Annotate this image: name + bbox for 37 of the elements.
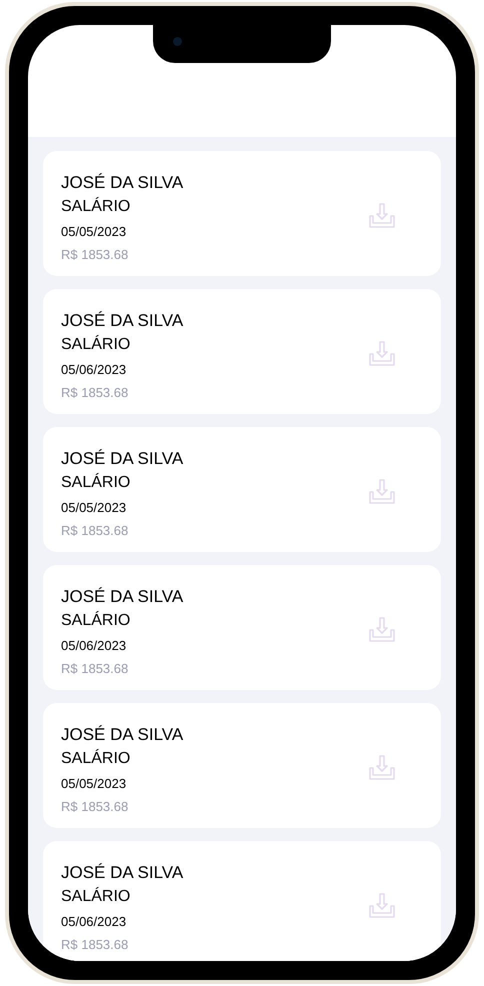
payment-date: 05/06/2023 — [61, 361, 128, 379]
payment-amount: R$ 1853.68 — [61, 660, 130, 678]
download-icon — [367, 753, 397, 783]
download-icon — [367, 477, 397, 507]
employee-name: JOSÉ DA SILVA — [61, 448, 184, 470]
download-icon — [367, 201, 397, 231]
camera-icon — [173, 37, 182, 46]
payment-amount: R$ 1853.68 — [61, 798, 130, 816]
payment-type: SALÁRIO — [61, 610, 132, 631]
download-icon — [367, 615, 397, 645]
payslip-card[interactable]: JOSÉ DA SILVA SALÁRIO 05/06/2023 R$ 1853.68 — [43, 289, 441, 414]
employee-name: JOSÉ DA SILVA — [61, 586, 184, 608]
payment-date: 05/06/2023 — [61, 637, 128, 655]
payment-type: SALÁRIO — [61, 472, 132, 493]
employee-name: JOSÉ DA SILVA — [61, 724, 184, 746]
payment-amount: R$ 1853.68 — [61, 246, 130, 264]
payslip-card[interactable]: JOSÉ DA SILVA SALÁRIO 05/06/2023 R$ 1853.68 — [43, 565, 441, 690]
payment-type: SALÁRIO — [61, 334, 132, 355]
payment-type: SALÁRIO — [61, 886, 132, 907]
payment-type: SALÁRIO — [61, 196, 132, 217]
employee-name: JOSÉ DA SILVA — [61, 862, 184, 884]
payment-date: 05/05/2023 — [61, 499, 128, 517]
payment-date: 05/05/2023 — [61, 775, 128, 793]
payslip-card[interactable]: JOSÉ DA SILVA SALÁRIO 05/05/2023 R$ 1853.68 — [43, 151, 441, 276]
download-icon — [367, 891, 397, 921]
payslip-card[interactable]: JOSÉ DA SILVA SALÁRIO 05/05/2023 R$ 1853.68 — [43, 703, 441, 828]
download-icon — [367, 339, 397, 369]
payment-amount: R$ 1853.68 — [61, 936, 130, 954]
payslip-card[interactable]: JOSÉ DA SILVA SALÁRIO 05/06/2023 R$ 1853.68 — [43, 841, 441, 961]
payment-date: 05/06/2023 — [61, 913, 128, 931]
payment-type: SALÁRIO — [61, 748, 132, 769]
employee-name: JOSÉ DA SILVA — [61, 172, 184, 194]
payment-date: 05/05/2023 — [61, 223, 128, 241]
employee-name: JOSÉ DA SILVA — [61, 310, 184, 332]
payslip-card[interactable]: JOSÉ DA SILVA SALÁRIO 05/05/2023 R$ 1853.68 — [43, 427, 441, 552]
payment-amount: R$ 1853.68 — [61, 384, 130, 402]
payment-amount: R$ 1853.68 — [61, 522, 130, 540]
